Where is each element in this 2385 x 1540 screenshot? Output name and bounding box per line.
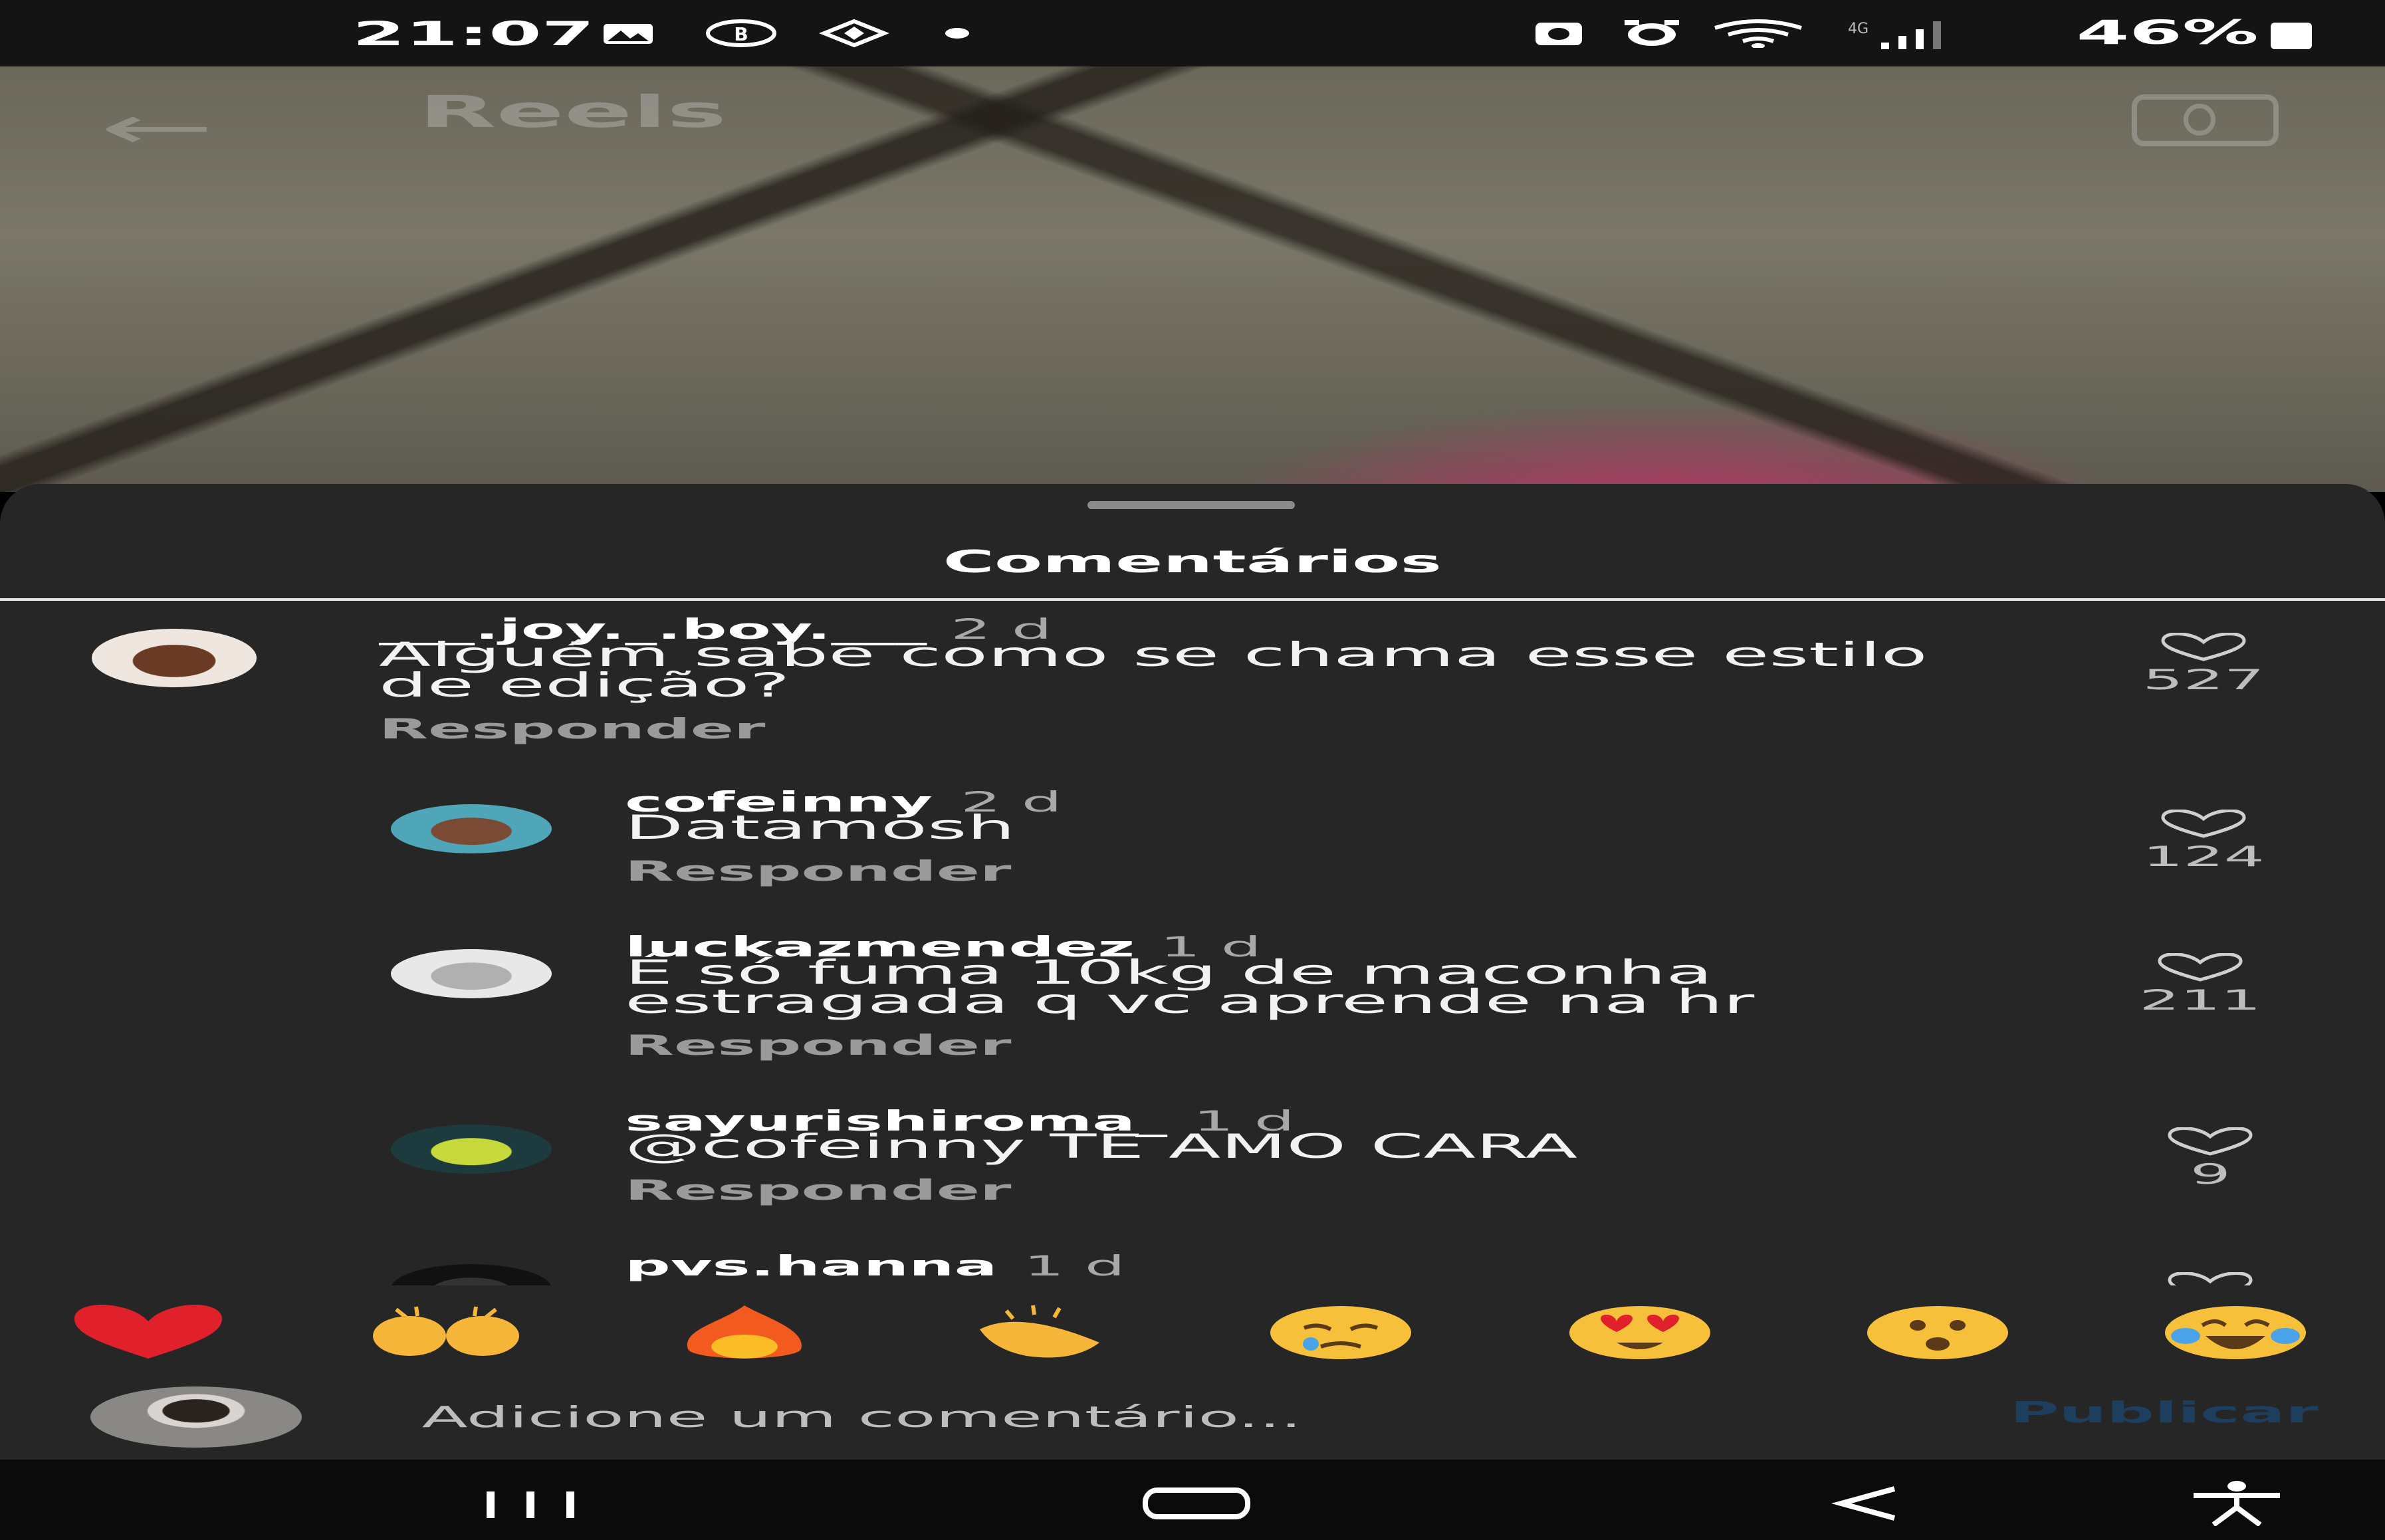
comment-text: Datamosh (625, 808, 1016, 847)
like-button[interactable] (2137, 1272, 2283, 1285)
alarm-icon (1615, 19, 1688, 48)
b-badge-icon: B (705, 19, 776, 48)
avatar[interactable] (92, 629, 257, 687)
avatar[interactable] (90, 1386, 302, 1448)
avatar[interactable] (391, 949, 552, 998)
comment-item: pvs.hanna 1 d (0, 1250, 2385, 1285)
comment-item: luckazmendez 1 d É só fuma 10kg de macon… (0, 931, 2385, 1105)
heart-icon[interactable] (2157, 953, 2243, 982)
like-button[interactable]: 527 (2130, 633, 2277, 696)
home-icon[interactable] (1140, 1480, 1253, 1526)
comment-list[interactable]: ___.joy._.boy.___ 2 d Alguém sabe como s… (0, 606, 2385, 1285)
reply-button[interactable]: Responder (625, 1174, 1011, 1206)
quick-reactions-bar (0, 1303, 2385, 1376)
crying-face-emoji[interactable] (1264, 1303, 1417, 1369)
reply-button[interactable]: Responder (625, 855, 1011, 887)
gallery-icon (598, 19, 658, 48)
heart-icon[interactable] (2160, 810, 2247, 839)
comments-title: Comentários (943, 544, 1442, 580)
back-icon[interactable] (1828, 1480, 1908, 1526)
like-button[interactable]: 211 (2127, 953, 2273, 1016)
comment-item: ___.joy._.boy.___ 2 d Alguém sabe como s… (0, 606, 2385, 786)
red-heart-emoji[interactable] (72, 1303, 225, 1369)
publish-button[interactable]: Publicar (2010, 1396, 2319, 1430)
like-count: 9 (2190, 1158, 2231, 1190)
heart-icon[interactable] (2160, 633, 2247, 662)
wifi-icon (1708, 19, 1808, 49)
accessibility-icon[interactable] (2187, 1480, 2287, 1527)
4g-signal-icon: 4G (1835, 19, 1948, 49)
system-nav-bar (0, 1460, 2385, 1540)
comment-text-line2: de edição? (379, 666, 790, 705)
status-time: 21:07 (352, 15, 595, 53)
dot-icon (927, 19, 987, 48)
status-bar: 21:07 B 4G 46% (0, 0, 2385, 66)
comment-composer: Publicar (0, 1382, 2385, 1460)
recents-icon[interactable] (479, 1480, 585, 1526)
comment-input[interactable] (419, 1393, 1886, 1441)
avatar[interactable] (391, 1125, 552, 1174)
avatar[interactable] (391, 804, 552, 853)
svg-text:4G: 4G (1848, 21, 1869, 37)
comment-text: @cofeinny TE AMO CARA (625, 1127, 1578, 1166)
fire-emoji[interactable] (668, 1303, 821, 1369)
data-saver-icon (818, 19, 890, 48)
avatar[interactable] (391, 1264, 552, 1285)
reply-button[interactable]: Responder (625, 1029, 1011, 1061)
reply-button[interactable]: Responder (379, 713, 765, 745)
like-button[interactable]: 9 (2137, 1127, 2283, 1190)
sheet-drag-handle[interactable] (1087, 501, 1295, 509)
comments-sheet: Comentários ___.joy._.boy.___ 2 d Alguém… (0, 484, 2385, 1460)
like-count: 124 (2142, 840, 2265, 873)
clapping-hands-emoji[interactable] (966, 1303, 1119, 1369)
comment-item: cofeinny 2 d Datamosh Responder 124 (0, 786, 2385, 931)
tears-of-joy-emoji[interactable] (2159, 1303, 2312, 1369)
battery-percent: 46% (2076, 13, 2259, 52)
svg-text:B: B (734, 23, 748, 45)
raising-hands-emoji[interactable] (370, 1303, 522, 1369)
reel-video[interactable]: ← Reels (0, 66, 2385, 492)
comment-text-line2: estragada q vc aprende na hr (625, 982, 1755, 1021)
battery-icon (2271, 23, 2312, 49)
like-count: 527 (2142, 663, 2265, 696)
surprised-face-emoji[interactable] (1861, 1303, 2014, 1369)
comment-username[interactable]: pvs.hanna (625, 1250, 998, 1283)
heart-icon[interactable] (2167, 1272, 2253, 1285)
heart-eyes-emoji[interactable] (1563, 1303, 1716, 1369)
arrow-left-icon[interactable]: ← (100, 93, 215, 163)
like-button[interactable]: 124 (2130, 810, 2277, 873)
comment-item: sayurishiroma_ 1 d @cofeinny TE AMO CARA… (0, 1105, 2385, 1250)
camera-icon[interactable] (2132, 94, 2279, 146)
page-title: Reels (419, 86, 727, 138)
nfc-icon (1522, 19, 1595, 48)
heart-icon[interactable] (2167, 1127, 2253, 1156)
divider (0, 598, 2385, 601)
comment-time: 1 d (1024, 1250, 1125, 1282)
like-count: 211 (2139, 984, 2261, 1016)
